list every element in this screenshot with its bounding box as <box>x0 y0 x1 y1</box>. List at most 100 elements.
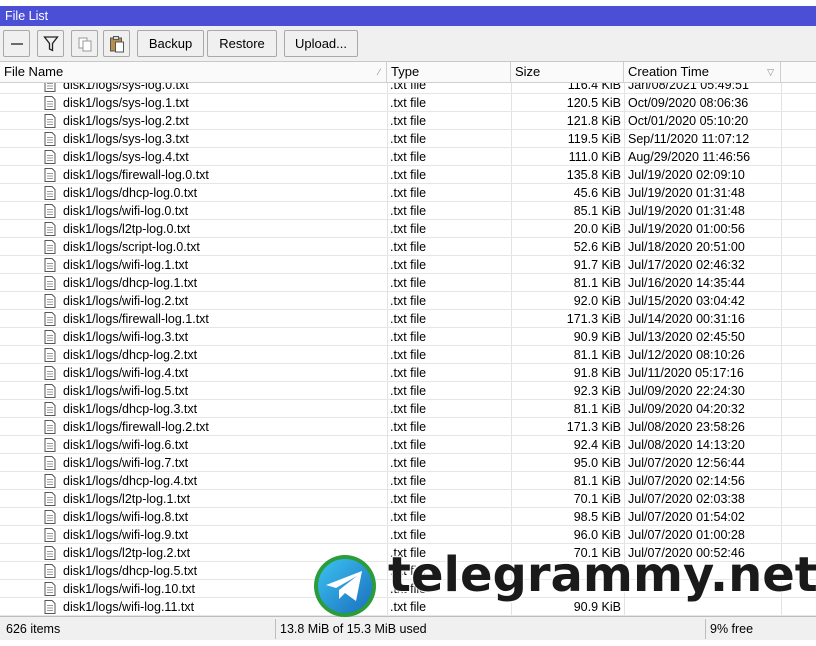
file-row[interactable]: disk1/logs/wifi-log.7.txt .txt file 95.0 K… <box>0 454 816 472</box>
file-icon <box>44 420 58 435</box>
file-icon <box>44 366 58 381</box>
file-name: disk1/logs/firewall-log.1.txt <box>63 312 209 326</box>
file-creation-time: Jul/13/2020 02:45:50 <box>628 330 745 344</box>
file-icon <box>44 150 58 165</box>
file-row[interactable]: disk1/logs/wifi-log.9.txt .txt file 96.0 K… <box>0 526 816 544</box>
file-row[interactable]: disk1/logs/sys-log.0.txt .txt file 116.4 K… <box>0 83 816 94</box>
column-size-label: Size <box>515 64 541 79</box>
file-type: .txt file <box>390 366 427 380</box>
file-row[interactable]: disk1/logs/dhcp-log.4.txt .txt file 81.1 K… <box>0 472 816 490</box>
column-type[interactable]: Type <box>387 62 511 83</box>
file-size: 95.0 KiB <box>573 456 621 470</box>
file-row[interactable]: disk1/logs/wifi-log.6.txt .txt file 92.4 K… <box>0 436 816 454</box>
status-item-count: 626 items <box>6 622 61 636</box>
file-icon <box>44 402 58 417</box>
file-type: .txt file <box>390 83 427 92</box>
file-icon <box>44 294 58 309</box>
upload-button[interactable]: Upload... <box>284 30 358 57</box>
file-row[interactable]: disk1/logs/l2tp-log.1.txt .txt file 70.1 K… <box>0 490 816 508</box>
file-icon <box>44 456 58 471</box>
minus-icon <box>10 42 23 45</box>
file-row[interactable]: disk1/logs/wifi-log.1.txt .txt file 91.7 K… <box>0 256 816 274</box>
file-icon <box>44 132 58 147</box>
file-size: 171.3 KiB <box>566 420 621 434</box>
file-size: 91.7 KiB <box>573 258 621 272</box>
file-type: .txt file <box>390 510 427 524</box>
file-creation-time: Jul/08/2020 14:13:20 <box>628 438 745 452</box>
file-type: .txt file <box>390 240 427 254</box>
file-icon <box>44 348 58 363</box>
file-creation-time: Jul/09/2020 22:24:30 <box>628 384 745 398</box>
file-creation-time: Oct/01/2020 05:10:20 <box>628 114 749 128</box>
restore-button[interactable]: Restore <box>207 30 277 57</box>
file-icon <box>44 96 58 111</box>
file-row[interactable]: disk1/logs/dhcp-log.0.txt .txt file 45.6 K… <box>0 184 816 202</box>
file-type: .txt file <box>390 168 427 182</box>
file-creation-time: Jul/19/2020 01:31:48 <box>628 204 745 218</box>
file-creation-time: Jul/07/2020 02:14:56 <box>628 474 745 488</box>
file-row[interactable]: disk1/logs/l2tp-log.0.txt .txt file 20.0 K… <box>0 220 816 238</box>
file-type: .txt file <box>390 474 427 488</box>
file-icon <box>44 528 58 543</box>
file-name: disk1/logs/l2tp-log.0.txt <box>63 222 191 236</box>
file-row[interactable]: disk1/logs/wifi-log.5.txt .txt file 92.3 K… <box>0 382 816 400</box>
filter-button[interactable] <box>37 30 64 57</box>
file-row[interactable]: disk1/logs/dhcp-log.1.txt .txt file 81.1 K… <box>0 274 816 292</box>
file-type: .txt file <box>390 96 427 110</box>
file-row[interactable]: disk1/logs/firewall-log.2.txt .txt file 17… <box>0 418 816 436</box>
file-creation-time: Jul/12/2020 08:10:26 <box>628 348 745 362</box>
file-name: disk1/logs/wifi-log.2.txt <box>63 294 189 308</box>
file-creation-time: Jul/19/2020 01:31:48 <box>628 186 745 200</box>
file-name: disk1/logs/sys-log.3.txt <box>63 132 189 146</box>
file-icon <box>44 114 58 129</box>
file-type: .txt file <box>390 528 427 542</box>
file-row[interactable]: disk1/logs/sys-log.1.txt .txt file 120.5 K… <box>0 94 816 112</box>
file-name: disk1/logs/sys-log.0.txt <box>63 83 189 92</box>
file-name: disk1/logs/sys-log.1.txt <box>63 96 189 110</box>
file-name: disk1/logs/wifi-log.3.txt <box>63 330 189 344</box>
file-size: 81.1 KiB <box>573 276 621 290</box>
file-size: 52.6 KiB <box>573 240 621 254</box>
file-row[interactable]: disk1/logs/wifi-log.0.txt .txt file 85.1 K… <box>0 202 816 220</box>
file-creation-time: Jul/14/2020 00:31:16 <box>628 312 745 326</box>
file-type: .txt file <box>390 276 427 290</box>
file-row[interactable]: disk1/logs/script-log.0.txt .txt file 52.6… <box>0 238 816 256</box>
file-row[interactable]: disk1/logs/wifi-log.4.txt .txt file 91.8 K… <box>0 364 816 382</box>
file-size: 90.9 KiB <box>573 330 621 344</box>
file-creation-time: Jul/19/2020 02:09:10 <box>628 168 745 182</box>
file-row[interactable]: disk1/logs/dhcp-log.3.txt .txt file 81.1 K… <box>0 400 816 418</box>
paste-button[interactable] <box>103 30 130 57</box>
file-row[interactable]: disk1/logs/firewall-log.0.txt .txt file 13… <box>0 166 816 184</box>
file-icon <box>44 312 58 327</box>
remove-button[interactable] <box>3 30 30 57</box>
sort-descending-icon: ▽ <box>767 67 774 77</box>
file-creation-time: Jan/08/2021 05:49:51 <box>628 83 749 92</box>
file-icon <box>44 546 58 561</box>
file-row[interactable]: disk1/logs/wifi-log.2.txt .txt file 92.0 K… <box>0 292 816 310</box>
file-icon <box>44 240 58 255</box>
column-header: File Name ⁄ Type Size Creation Time ▽ <box>0 62 816 83</box>
file-row[interactable]: disk1/logs/sys-log.3.txt .txt file 119.5 K… <box>0 130 816 148</box>
file-row[interactable]: disk1/logs/wifi-log.8.txt .txt file 98.5 K… <box>0 508 816 526</box>
file-size: 120.5 KiB <box>566 96 621 110</box>
file-name: disk1/logs/wifi-log.6.txt <box>63 438 189 452</box>
file-row[interactable]: disk1/logs/dhcp-log.2.txt .txt file 81.1 K… <box>0 346 816 364</box>
file-creation-time: Jul/07/2020 12:56:44 <box>628 456 745 470</box>
file-row[interactable]: disk1/logs/sys-log.4.txt .txt file 111.0 K… <box>0 148 816 166</box>
telegram-logo-icon <box>314 555 376 617</box>
file-type: .txt file <box>390 204 427 218</box>
file-row[interactable]: disk1/logs/firewall-log.1.txt .txt file 17… <box>0 310 816 328</box>
column-creation-time[interactable]: Creation Time ▽ <box>624 62 781 83</box>
copy-button[interactable] <box>71 30 98 57</box>
file-row[interactable]: disk1/logs/sys-log.2.txt .txt file 121.8 K… <box>0 112 816 130</box>
window-bottom-edge <box>0 640 816 646</box>
file-size: 135.8 KiB <box>566 168 621 182</box>
file-name: disk1/logs/firewall-log.2.txt <box>63 420 209 434</box>
backup-button[interactable]: Backup <box>137 30 204 57</box>
file-type: .txt file <box>390 294 427 308</box>
file-size: 20.0 KiB <box>573 222 621 236</box>
file-name: disk1/logs/wifi-log.0.txt <box>63 204 189 218</box>
column-size[interactable]: Size <box>511 62 624 83</box>
file-row[interactable]: disk1/logs/wifi-log.3.txt .txt file 90.9 K… <box>0 328 816 346</box>
column-file-name[interactable]: File Name ⁄ <box>0 62 387 83</box>
